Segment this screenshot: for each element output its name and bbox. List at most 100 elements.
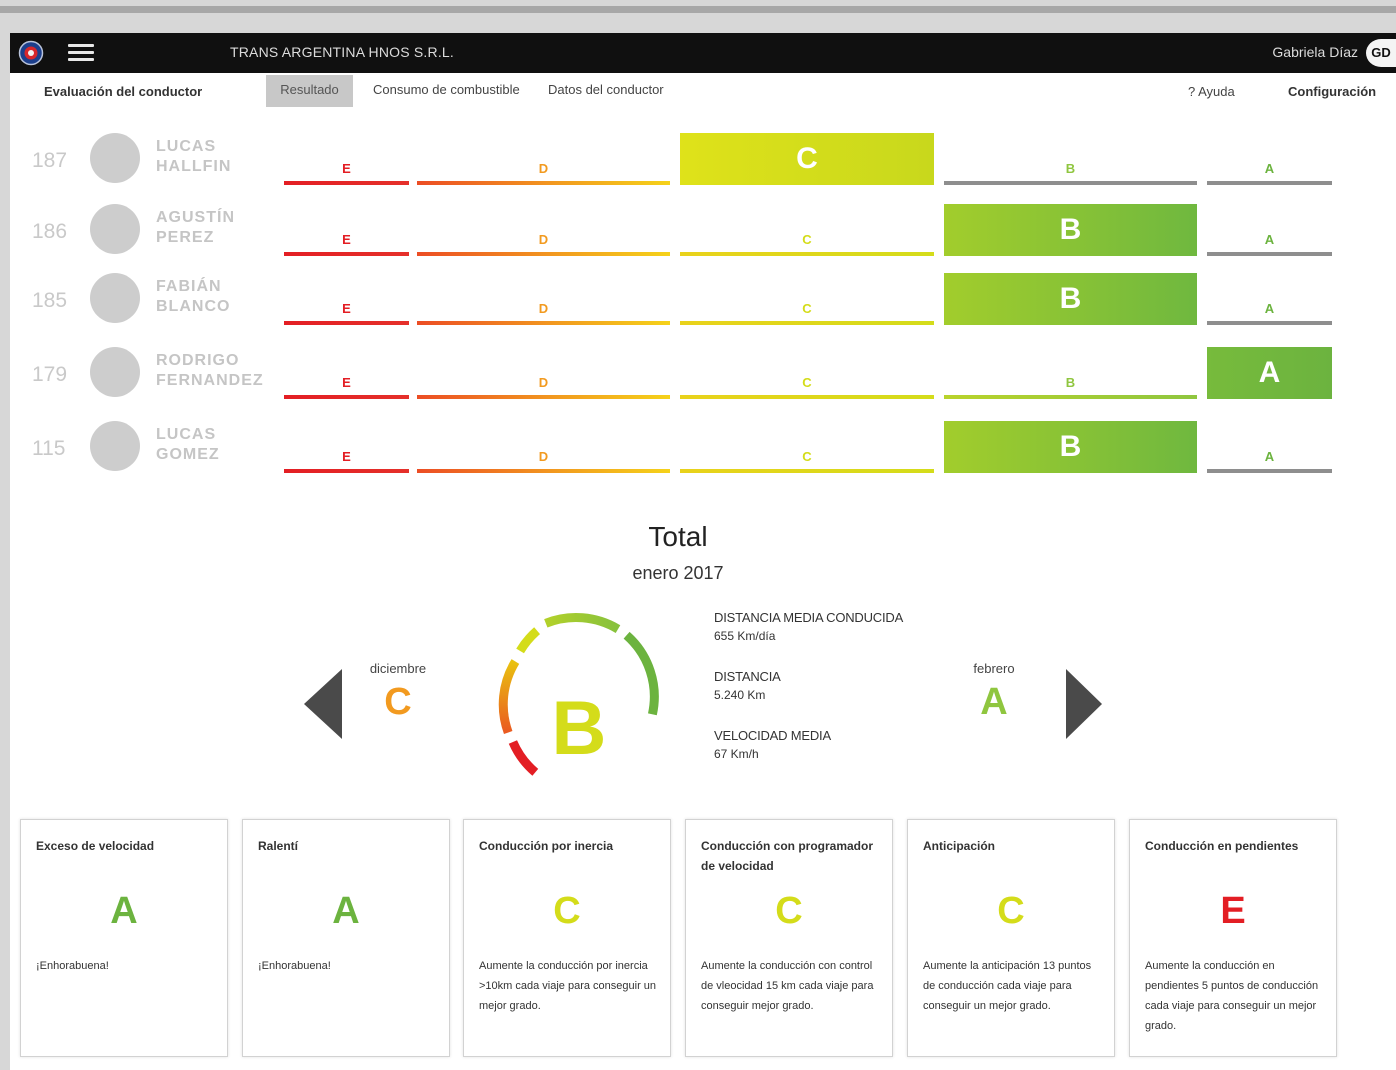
criteria-card[interactable]: Conducción por inercia C Aumente la conduc… [463,819,671,1057]
grade-line [944,395,1197,399]
driver-id: 187 [32,149,68,172]
tab-datos-conductor[interactable]: Datos del conductor [548,75,664,107]
grade-letter: D [538,449,549,464]
grade-cell-b[interactable]: B [944,273,1197,325]
help-link[interactable]: ? Ayuda [1188,84,1235,99]
grade-cell-b[interactable]: B [944,421,1197,473]
total-stats: DISTANCIA MEDIA CONDUCIDA 655 Km/día DIS… [714,610,903,787]
brand-logo-icon [18,40,44,66]
driver-name: RODRIGO FERNANDEZ [156,352,264,389]
grade-line [417,321,670,325]
grade-letter: B [1059,282,1082,315]
grade-cell-d[interactable]: D [417,273,670,325]
grade-cell-e[interactable]: E [284,347,409,399]
stat-avg-distance: DISTANCIA MEDIA CONDUCIDA 655 Km/día [714,610,904,643]
previous-month-arrow-icon[interactable] [304,669,344,739]
window-frame-top [0,6,1396,13]
app-window: TRANS ARGENTINA HNOS S.R.L. Gabriela Día… [10,33,1396,1070]
hamburger-menu-icon[interactable] [66,42,96,64]
grade-cell-a[interactable]: A [1207,204,1332,256]
grade-cell-b[interactable]: B [944,204,1197,256]
card-advice: Aumente la conducción por inercia >10km … [479,960,657,1012]
driver-avatar [90,204,140,254]
grade-letter: E [342,232,351,247]
grade-cell-b[interactable]: B [944,347,1197,399]
grade-letter: B [1065,375,1076,390]
gauge-segment-b [544,613,621,634]
criteria-card[interactable]: Conducción con programador de velocidad C… [685,819,893,1057]
grade-line [680,321,934,325]
grade-line [284,469,409,473]
grade-letter: A [1264,449,1275,464]
grade-cell-e[interactable]: E [284,133,409,185]
grade-cell-d[interactable]: D [417,133,670,185]
grade-cell-e[interactable]: E [284,421,409,473]
card-grade: C [553,890,581,932]
grade-line [417,252,670,256]
grade-line [284,181,409,185]
tab-consumo-combustible[interactable]: Consumo de combustible [373,75,520,107]
stat-avg-speed: VELOCIDAD MEDIA 67 Km/h [714,728,831,761]
grade-letter: D [538,232,549,247]
card-advice: Aumente la conducción con control de vle… [701,960,874,1012]
grade-letter: A [1264,232,1275,247]
card-advice: ¡Enhorabuena! [258,960,331,972]
driver-row[interactable]: 186 AGUSTÍN PEREZ E D C B A [10,204,1396,276]
grade-cell-a[interactable]: A [1207,273,1332,325]
card-title: Exceso de velocidad [36,839,155,853]
grade-cell-c[interactable]: C [680,204,934,256]
grade-cell-a[interactable]: A [1207,347,1332,399]
previous-month-grade: C [384,681,412,723]
card-title: Conducción por inercia [479,839,614,853]
next-month-label: febrero [973,661,1015,676]
card-advice: ¡Enhorabuena! [36,960,109,972]
card-grade: C [775,890,803,932]
criteria-card[interactable]: Ralentí A ¡Enhorabuena! [242,819,450,1057]
card-advice: Aumente la anticipación 13 puntos de con… [923,960,1092,1012]
config-link[interactable]: Configuración [1288,84,1376,99]
driver-row[interactable]: 115 LUCAS GOMEZ E D C B A [10,421,1396,493]
grade-cell-d[interactable]: D [417,347,670,399]
next-month-arrow-icon[interactable] [1064,669,1104,739]
company-name: TRANS ARGENTINA HNOS S.R.L. [230,44,454,60]
total-title: Total [648,521,708,552]
grade-letter: B [1059,430,1082,463]
grade-line [284,321,409,325]
grade-line [1207,252,1332,256]
grade-letter: D [538,161,549,176]
grade-letter: A [1258,356,1281,389]
grade-letter: C [796,142,818,175]
criteria-card[interactable]: Conducción en pendientes E Aumente la cond… [1129,819,1337,1057]
criteria-card[interactable]: Anticipación C Aumente la anticipación 13 … [907,819,1115,1057]
driver-row[interactable]: 179 RODRIGO FERNANDEZ E D C B A [10,347,1396,419]
grade-cell-b[interactable]: B [944,133,1197,185]
grade-cell-a[interactable]: A [1207,421,1332,473]
user-name[interactable]: Gabriela Díaz [1272,44,1358,60]
gauge-segment-a [623,631,659,716]
grade-cell-e[interactable]: E [284,204,409,256]
grade-line [1207,181,1332,185]
tab-resultado[interactable]: Resultado [266,75,353,107]
driver-name: LUCAS GOMEZ [156,426,220,463]
grade-cell-d[interactable]: D [417,204,670,256]
previous-month-label: diciembre [369,661,427,676]
grade-cell-e[interactable]: E [284,273,409,325]
driver-row[interactable]: 185 FABIÁN BLANCO E D C B A [10,273,1396,345]
grade-cell-d[interactable]: D [417,421,670,473]
grade-line [680,395,934,399]
criteria-card[interactable]: Exceso de velocidad A ¡Enhorabuena! [20,819,228,1057]
top-bar: TRANS ARGENTINA HNOS S.R.L. Gabriela Día… [10,33,1396,73]
driver-name: FABIÁN BLANCO [156,278,231,315]
card-grade: A [110,890,138,932]
card-advice: Aumente la conducción en pendientes 5 pu… [1145,960,1319,1032]
grade-cell-c[interactable]: C [680,273,934,325]
grade-letter: B [1059,213,1082,246]
grade-cell-c[interactable]: C [680,347,934,399]
grade-letter: E [342,161,351,176]
grade-cell-c[interactable]: C [680,421,934,473]
grade-cell-a[interactable]: A [1207,133,1332,185]
grade-cell-c[interactable]: C [680,133,934,185]
driver-row[interactable]: 187 LUCAS HALLFIN E D C B A [10,133,1396,205]
user-avatar[interactable]: GD [1366,39,1396,67]
grade-letter: C [802,301,812,316]
